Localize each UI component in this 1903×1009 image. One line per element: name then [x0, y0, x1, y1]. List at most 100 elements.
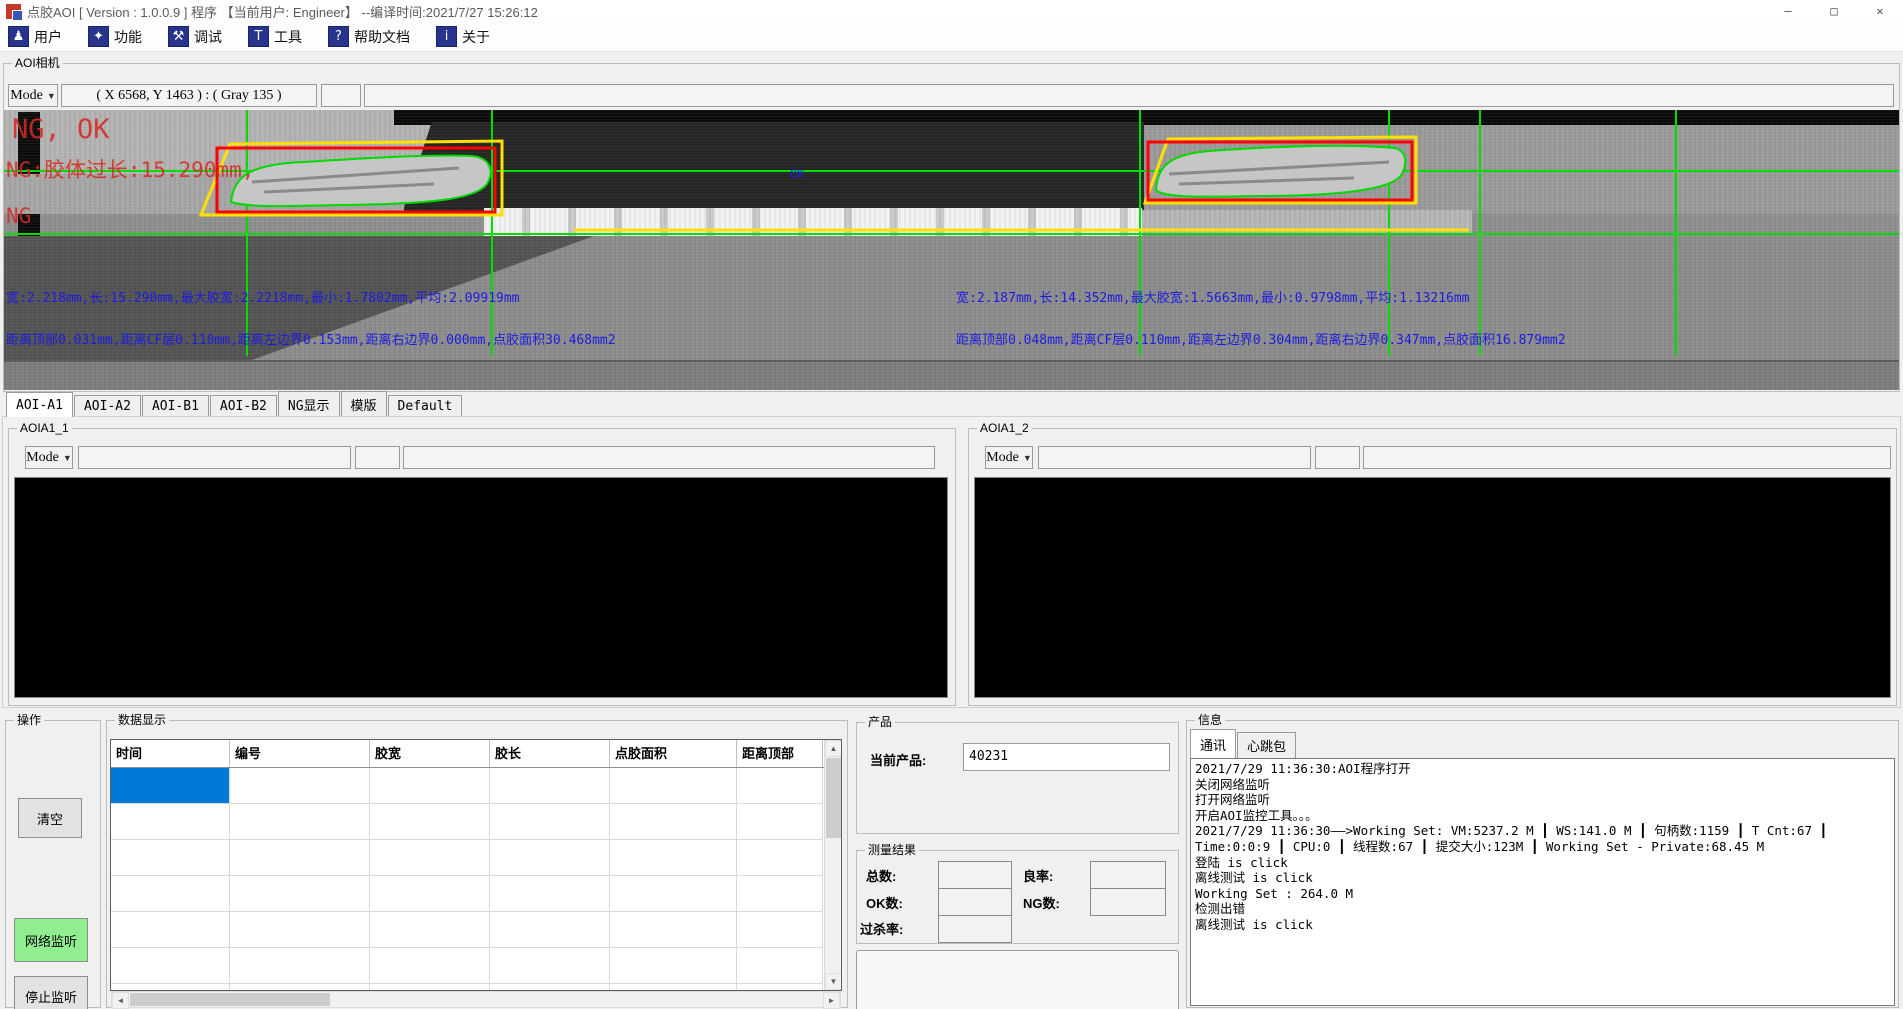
toolbar-tool-button[interactable]: T工具 [248, 26, 302, 47]
table-cell[interactable] [490, 912, 610, 948]
table-cell[interactable] [490, 876, 610, 912]
aoia1-1-image-viewport[interactable] [14, 477, 948, 698]
table-cell[interactable] [230, 804, 370, 840]
table-cell[interactable] [230, 912, 370, 948]
table-cell[interactable] [111, 876, 230, 912]
table-cell[interactable] [610, 840, 737, 876]
table-cell[interactable] [111, 840, 230, 876]
log-line: 离线测试 is click [1195, 917, 1890, 933]
table-cell[interactable] [230, 840, 370, 876]
table-cell[interactable] [111, 948, 230, 984]
table-vertical-scrollbar[interactable]: ▲ ▼ [824, 740, 841, 990]
scroll-down-icon[interactable]: ▼ [825, 973, 842, 990]
info-tab-heartbeat[interactable]: 心跳包 [1237, 732, 1296, 758]
table-horizontal-scrollbar[interactable]: ◄ ► [111, 991, 841, 1008]
vertical-scroll-thumb[interactable] [826, 758, 841, 838]
table-cell[interactable] [230, 876, 370, 912]
tab-aoi-b1[interactable]: AOI-B1 [142, 395, 209, 417]
table-cell[interactable] [230, 768, 370, 804]
table-cell[interactable] [111, 984, 230, 991]
table-cell[interactable] [490, 804, 610, 840]
table-cell[interactable] [111, 768, 230, 804]
info-tab-comm[interactable]: 通讯 [1190, 729, 1236, 758]
table-cell[interactable] [490, 768, 610, 804]
table-cell[interactable] [737, 912, 823, 948]
current-product-input[interactable]: 40231 [963, 743, 1170, 771]
toolbar-gear-button[interactable]: ✦功能 [88, 26, 142, 47]
table-cell[interactable] [111, 912, 230, 948]
aoia1-1-mode-dropdown[interactable]: Mode ▼ [25, 446, 73, 469]
tab-default[interactable]: Default [388, 395, 463, 417]
table-cell[interactable] [370, 876, 490, 912]
table-cell[interactable] [610, 804, 737, 840]
camera-aux-field-2 [364, 84, 1894, 107]
scroll-left-icon[interactable]: ◄ [112, 992, 129, 1009]
table-row [111, 948, 824, 984]
table-cell[interactable] [370, 840, 490, 876]
toolbar-wrench-button[interactable]: ⚒调试 [168, 26, 222, 47]
aoia1-1-field-1 [78, 446, 351, 469]
tab-ng-[interactable]: NG显示 [278, 391, 340, 417]
maximize-button[interactable]: □ [1811, 0, 1857, 22]
tab-aoi-a1[interactable]: AOI-A1 [6, 392, 73, 417]
camera-mode-dropdown[interactable]: Mode ▼ [8, 84, 58, 107]
tab-aoi-a2[interactable]: AOI-A2 [74, 395, 141, 417]
net-listen-button[interactable]: 网络监听 [14, 918, 88, 962]
scroll-up-icon[interactable]: ▲ [825, 740, 842, 757]
table-cell[interactable] [370, 984, 490, 991]
wrench-icon: ⚒ [168, 26, 189, 47]
column-header-6[interactable]: 距离顶部 [737, 740, 823, 767]
communication-log[interactable]: 2021/7/29 11:36:30:AOI程序打开关闭网络监听打开网络监听开启… [1190, 758, 1895, 1006]
table-cell[interactable] [737, 804, 823, 840]
right-stats-line2: 距离顶部0.048mm,距离CF层0.110mm,距离左边界0.304mm,距离… [956, 329, 1566, 348]
toolbar-user-button[interactable]: ♟用户 [8, 26, 62, 47]
tab--[interactable]: 模版 [341, 391, 387, 417]
table-cell[interactable] [490, 948, 610, 984]
table-cell[interactable] [370, 948, 490, 984]
ng-flag: NG [6, 204, 31, 228]
camera-pixel-readout: ( X 6568, Y 1463 ) : ( Gray 135 ) [61, 84, 317, 107]
table-cell[interactable] [737, 876, 823, 912]
column-header-3[interactable]: 胶宽 [370, 740, 490, 767]
horizontal-scroll-thumb[interactable] [130, 993, 330, 1006]
column-header-1[interactable]: 时间 [111, 740, 230, 767]
aoia1-2-image-viewport[interactable] [974, 477, 1891, 698]
table-cell[interactable] [490, 984, 610, 991]
scroll-right-icon[interactable]: ► [823, 992, 840, 1009]
user-icon: ♟ [8, 26, 29, 47]
stop-listen-button[interactable]: 停止监听 [14, 976, 88, 1009]
log-line: 2021/7/29 11:36:30:AOI程序打开 [1195, 761, 1890, 777]
clear-button[interactable]: 清空 [18, 798, 82, 838]
toolbar-help-button[interactable]: ?帮助文档 [328, 26, 410, 47]
table-cell[interactable] [230, 948, 370, 984]
table-cell[interactable] [370, 804, 490, 840]
aoia1-1-mode-label: Mode [26, 450, 59, 466]
table-cell[interactable] [610, 876, 737, 912]
table-cell[interactable] [610, 984, 737, 991]
column-header-4[interactable]: 胶长 [490, 740, 610, 767]
table-cell[interactable] [370, 768, 490, 804]
table-cell[interactable] [230, 984, 370, 991]
log-line: 2021/7/29 11:36:30——>Working Set: VM:523… [1195, 823, 1890, 839]
close-button[interactable]: ✕ [1857, 0, 1903, 22]
table-cell[interactable] [737, 948, 823, 984]
table-cell[interactable] [111, 804, 230, 840]
ok-value-box [938, 888, 1012, 916]
aoia1-2-mode-dropdown[interactable]: Mode ▼ [985, 446, 1033, 469]
camera-image-viewport[interactable]: NG, OK NG:胶体过长:15.290mm, NG OK 宽:2.218mm… [4, 110, 1899, 390]
toolbar-about-button[interactable]: i关于 [436, 26, 490, 47]
table-cell[interactable] [610, 948, 737, 984]
minimize-button[interactable]: — [1765, 0, 1811, 22]
info-group-label: 信息 [1195, 713, 1225, 727]
table-cell[interactable] [737, 840, 823, 876]
tab-aoi-b2[interactable]: AOI-B2 [210, 395, 277, 417]
table-cell[interactable] [610, 912, 737, 948]
log-line: 检测出错 [1195, 901, 1890, 917]
table-cell[interactable] [737, 984, 823, 991]
table-cell[interactable] [490, 840, 610, 876]
table-cell[interactable] [610, 768, 737, 804]
table-cell[interactable] [737, 768, 823, 804]
table-cell[interactable] [370, 912, 490, 948]
column-header-5[interactable]: 点胶面积 [610, 740, 737, 767]
column-header-2[interactable]: 编号 [230, 740, 370, 767]
